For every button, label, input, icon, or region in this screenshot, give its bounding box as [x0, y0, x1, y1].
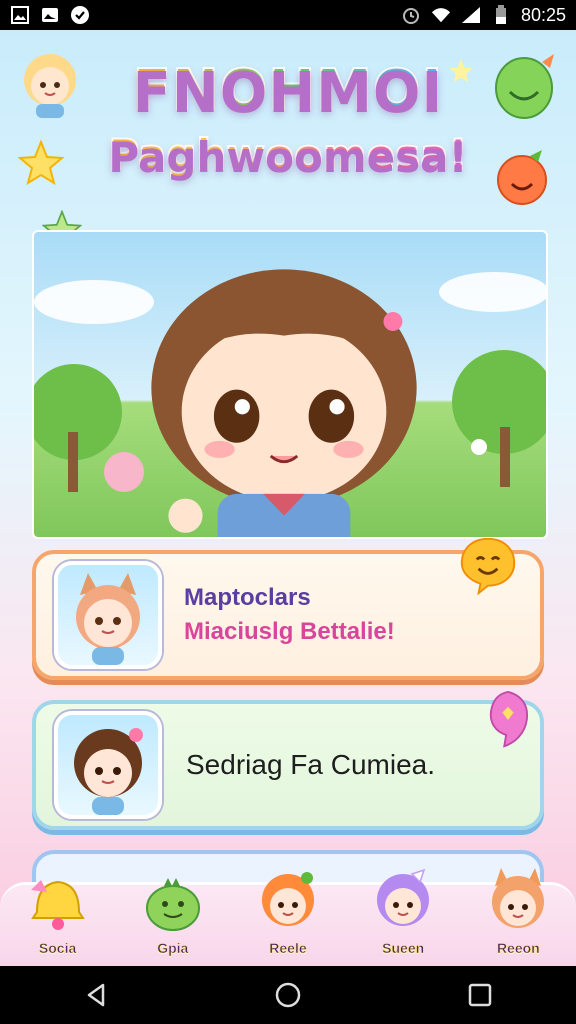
- home-icon: [275, 982, 301, 1008]
- card-2-text: Sedriag Fa Cumiea.: [184, 749, 435, 781]
- home-button[interactable]: [268, 975, 308, 1015]
- status-left: [10, 5, 90, 25]
- alarm-icon: [401, 5, 421, 25]
- purple-girl-icon: [377, 868, 430, 926]
- signal-icon: [461, 5, 481, 25]
- smile-bubble-icon: [460, 537, 516, 595]
- status-right: 80:25: [401, 5, 566, 26]
- photo-icon: [40, 5, 60, 25]
- card-1-text: Maptoclars Miaciuslg Bettalie!: [184, 584, 395, 646]
- bell-icon: [30, 880, 85, 930]
- dino-icon: [145, 878, 200, 931]
- feature-card-2[interactable]: Sedriag Fa Cumiea.: [32, 700, 544, 830]
- card-1-title: Maptoclars: [184, 584, 311, 611]
- shield-check-icon: [70, 5, 90, 25]
- nav-label-reele: Reele: [269, 940, 307, 957]
- avatar: [54, 711, 162, 819]
- card-2-title: Sedriag Fa Cumiea.: [186, 749, 436, 780]
- hero-character: [151, 269, 417, 537]
- status-time: 80:25: [520, 4, 566, 25]
- app-screen: FNOHMOI Paghwoomesa! Maptoclars Miaciusl…: [0, 30, 576, 966]
- nav-item-socia[interactable]: Socia: [8, 880, 108, 960]
- nav-label-sueen: Sueen: [382, 940, 425, 957]
- nav-item-reeon[interactable]: Reeon: [468, 868, 568, 960]
- hero-banner: [32, 230, 548, 539]
- brown-hair-avatar-icon: [74, 728, 143, 815]
- gallery-icon: [10, 5, 30, 25]
- nav-label-gpia: Gpia: [157, 940, 189, 957]
- recents-icon: [468, 983, 492, 1007]
- nav-item-reele[interactable]: Reele: [238, 872, 338, 960]
- system-nav-bar: [0, 966, 576, 1024]
- battery-icon: [491, 5, 511, 25]
- nav-label-reeon: Reeon: [496, 940, 540, 957]
- back-button[interactable]: [76, 975, 116, 1015]
- wifi-icon: [431, 5, 451, 25]
- status-bar: 80:25: [0, 0, 576, 30]
- card-1-subtitle: Miaciuslg Bettalie!: [184, 618, 395, 645]
- nav-label-socia: Socia: [38, 940, 77, 957]
- bottom-nav: Socia Gpia Reele Sueen Reeon: [0, 868, 576, 966]
- app-subtitle: Paghwoomesa!: [0, 129, 576, 180]
- girl-icon: [261, 872, 314, 926]
- nav-item-sueen[interactable]: Sueen: [353, 868, 453, 960]
- avatar: [54, 561, 162, 669]
- cat-girl-icon: [492, 868, 545, 928]
- back-icon: [87, 983, 105, 1007]
- recents-button[interactable]: [460, 975, 500, 1015]
- fox-girl-avatar-icon: [76, 573, 140, 665]
- pink-gem-icon: [489, 690, 529, 748]
- nav-item-gpia[interactable]: Gpia: [123, 878, 223, 960]
- app-title: FNOHMOI: [0, 57, 576, 124]
